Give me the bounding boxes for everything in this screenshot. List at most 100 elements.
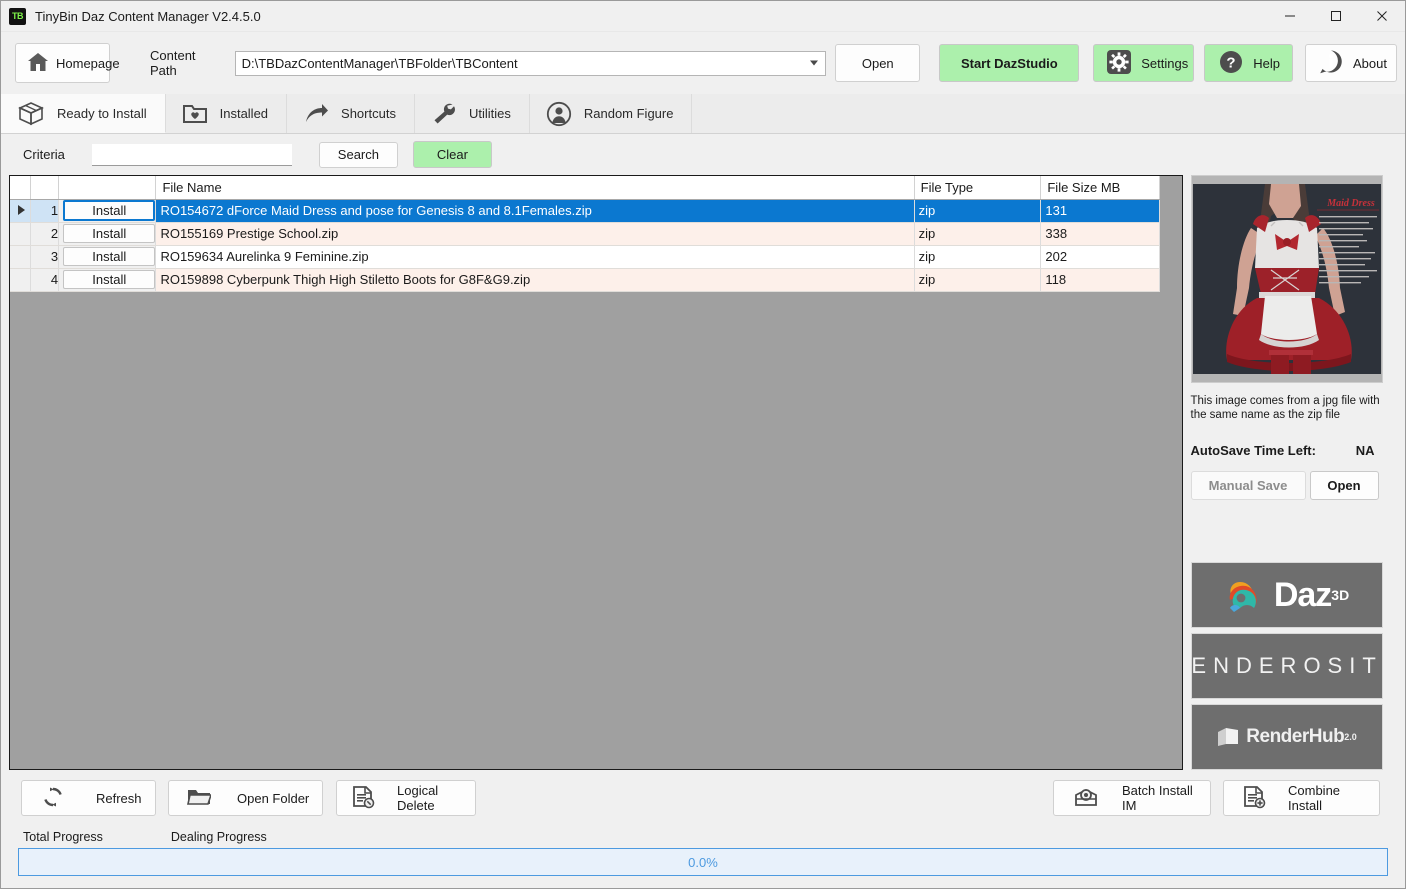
bottom-toolbar: Refresh Open Folder Logical Delete Batch… — [1, 770, 1405, 826]
install-button[interactable]: Install — [63, 200, 155, 221]
window-title: TinyBin Daz Content Manager V2.4.5.0 — [35, 8, 261, 24]
content-path-combobox[interactable]: D:\TBDazContentManager\TBFolder\TBConten… — [234, 50, 827, 76]
chevron-down-icon[interactable] — [810, 60, 819, 66]
table-row[interactable]: 2 Install RO155169 Prestige School.zip z… — [10, 222, 1160, 246]
progress-value-text: 0.0% — [688, 854, 718, 870]
install-cell[interactable]: Install — [58, 245, 157, 269]
settings-label: Settings — [1141, 55, 1189, 71]
dealing-progress-label: Dealing Progress — [170, 830, 267, 844]
renderosity-logo-text: RENDEROSITY — [1191, 653, 1383, 678]
renderhub-logo-sup: 2.0 — [1344, 732, 1357, 742]
daz3d-logo-sup: 3D — [1331, 587, 1350, 603]
header-file-type[interactable]: File Type — [914, 176, 1042, 200]
daz3d-logo[interactable]: Daz 3D — [1190, 562, 1383, 628]
batch-install-label: Batch Install IM — [1122, 783, 1193, 813]
box-icon — [17, 101, 45, 126]
renderosity-logo[interactable]: RENDEROSITY — [1190, 633, 1383, 699]
start-dazstudio-label: Start DazStudio — [960, 55, 1058, 71]
header-file-size[interactable]: File Size MB — [1040, 176, 1160, 200]
search-bar: Criteria Search Clear — [1, 134, 1405, 175]
install-button[interactable]: Install — [63, 224, 155, 243]
thumbnail-caption: This image comes from a jpg file with th… — [1190, 395, 1380, 421]
add-document-icon — [1242, 785, 1266, 812]
app-window: TB TinyBin Daz Content Manager V2.4.5.0 … — [0, 0, 1406, 889]
row-file-name: RO155169 Prestige School.zip — [155, 222, 915, 246]
renderhub-logo[interactable]: RenderHub 2.0 — [1190, 704, 1383, 770]
row-file-name: RO154672 dForce Maid Dress and pose for … — [155, 199, 915, 223]
refresh-icon — [42, 786, 64, 811]
table-row[interactable]: 1 Install RO154672 dForce Maid Dress and… — [10, 199, 1160, 223]
manual-save-button[interactable]: Manual Save — [1190, 471, 1306, 500]
file-table: File Name File Type File Size MB 1 Insta… — [10, 176, 1160, 292]
progress-labels: Total Progress Dealing Progress — [1, 826, 1405, 848]
save-buttons-row: Manual Save Open — [1190, 471, 1383, 500]
total-progress-label: Total Progress — [23, 830, 103, 844]
row-index: 2 — [30, 222, 60, 246]
start-dazstudio-button[interactable]: Start DazStudio — [939, 44, 1080, 82]
autosave-value: NA — [1355, 443, 1375, 458]
install-cell[interactable]: Install — [58, 199, 157, 223]
open-folder-label: Open Folder — [237, 790, 310, 806]
tab-utilities[interactable]: Utilities — [414, 94, 530, 133]
combine-install-label: Combine Install — [1288, 783, 1341, 813]
row-marker — [10, 268, 31, 292]
bottom-padding — [1, 876, 1405, 888]
open-path-button[interactable]: Open — [835, 44, 921, 82]
combine-install-button[interactable]: Combine Install — [1223, 780, 1380, 816]
tab-installed[interactable]: Installed — [165, 94, 288, 133]
logical-delete-button[interactable]: Logical Delete — [336, 780, 476, 816]
svg-text:?: ? — [1227, 54, 1236, 71]
about-button[interactable]: About — [1305, 44, 1397, 82]
autosave-row: AutoSave Time Left: NA — [1191, 443, 1383, 458]
tab-ready-to-install[interactable]: Ready to Install — [1, 94, 166, 133]
settings-button[interactable]: Settings — [1093, 44, 1195, 82]
row-marker — [10, 199, 31, 223]
row-file-name: RO159634 Aurelinka 9 Feminine.zip — [155, 245, 915, 269]
content-area: File Name File Type File Size MB 1 Insta… — [1, 175, 1405, 770]
tab-random-figure[interactable]: Random Figure — [529, 94, 693, 133]
main-toolbar: Homepage Content Path D:\TBDazContentMan… — [1, 32, 1405, 94]
header-file-name[interactable]: File Name — [155, 176, 915, 200]
question-mark-icon: ? — [1218, 49, 1244, 78]
help-button[interactable]: ? Help — [1204, 44, 1293, 82]
window-controls — [1267, 1, 1405, 32]
table-row[interactable]: 3 Install RO159634 Aurelinka 9 Feminine.… — [10, 245, 1160, 269]
table-header-row: File Name File Type File Size MB — [10, 176, 1160, 200]
row-file-size: 338 — [1040, 222, 1160, 246]
row-file-type: zip — [914, 222, 1042, 246]
search-input[interactable] — [91, 143, 292, 166]
preview-thumbnail[interactable]: Maid Dress — [1190, 175, 1383, 383]
help-label: Help — [1253, 55, 1280, 71]
wrench-icon — [431, 102, 457, 126]
content-path-label: Content Path — [150, 48, 196, 78]
tab-utilities-label: Utilities — [468, 106, 511, 121]
partner-logos: Daz3D RENDEROSITY RenderHub2.0 — [1190, 562, 1398, 770]
install-cell[interactable]: Install — [58, 222, 157, 246]
row-file-type: zip — [914, 199, 1042, 223]
logical-delete-label: Logical Delete — [397, 783, 439, 813]
row-file-type: zip — [914, 245, 1042, 269]
close-icon[interactable] — [1359, 1, 1405, 32]
minimize-icon[interactable] — [1267, 1, 1313, 32]
table-row[interactable]: 4 Install RO159898 Cyberpunk Thigh High … — [10, 268, 1160, 292]
maximize-icon[interactable] — [1313, 1, 1359, 32]
autosave-label: AutoSave Time Left: — [1190, 443, 1316, 458]
row-marker — [10, 222, 31, 246]
homepage-button[interactable]: Homepage — [15, 43, 120, 83]
tab-shortcuts[interactable]: Shortcuts — [287, 94, 415, 133]
install-button[interactable]: Install — [63, 247, 155, 266]
open-folder-button[interactable]: Open Folder — [168, 780, 323, 816]
preview-panel: Maid Dress This image comes from a jpg f… — [1190, 175, 1398, 770]
batch-install-im-button[interactable]: Batch Install IM — [1053, 780, 1211, 816]
open-save-folder-button[interactable]: Open — [1309, 471, 1379, 500]
header-index — [30, 176, 60, 200]
home-icon — [26, 51, 50, 76]
row-index: 4 — [30, 268, 60, 292]
install-button[interactable]: Install — [63, 270, 155, 289]
search-button[interactable]: Search — [318, 141, 398, 168]
refresh-button[interactable]: Refresh — [21, 780, 156, 816]
row-file-type: zip — [914, 268, 1042, 292]
tab-random-figure-label: Random Figure — [583, 106, 674, 121]
install-cell[interactable]: Install — [58, 268, 157, 292]
clear-button[interactable]: Clear — [412, 141, 492, 168]
